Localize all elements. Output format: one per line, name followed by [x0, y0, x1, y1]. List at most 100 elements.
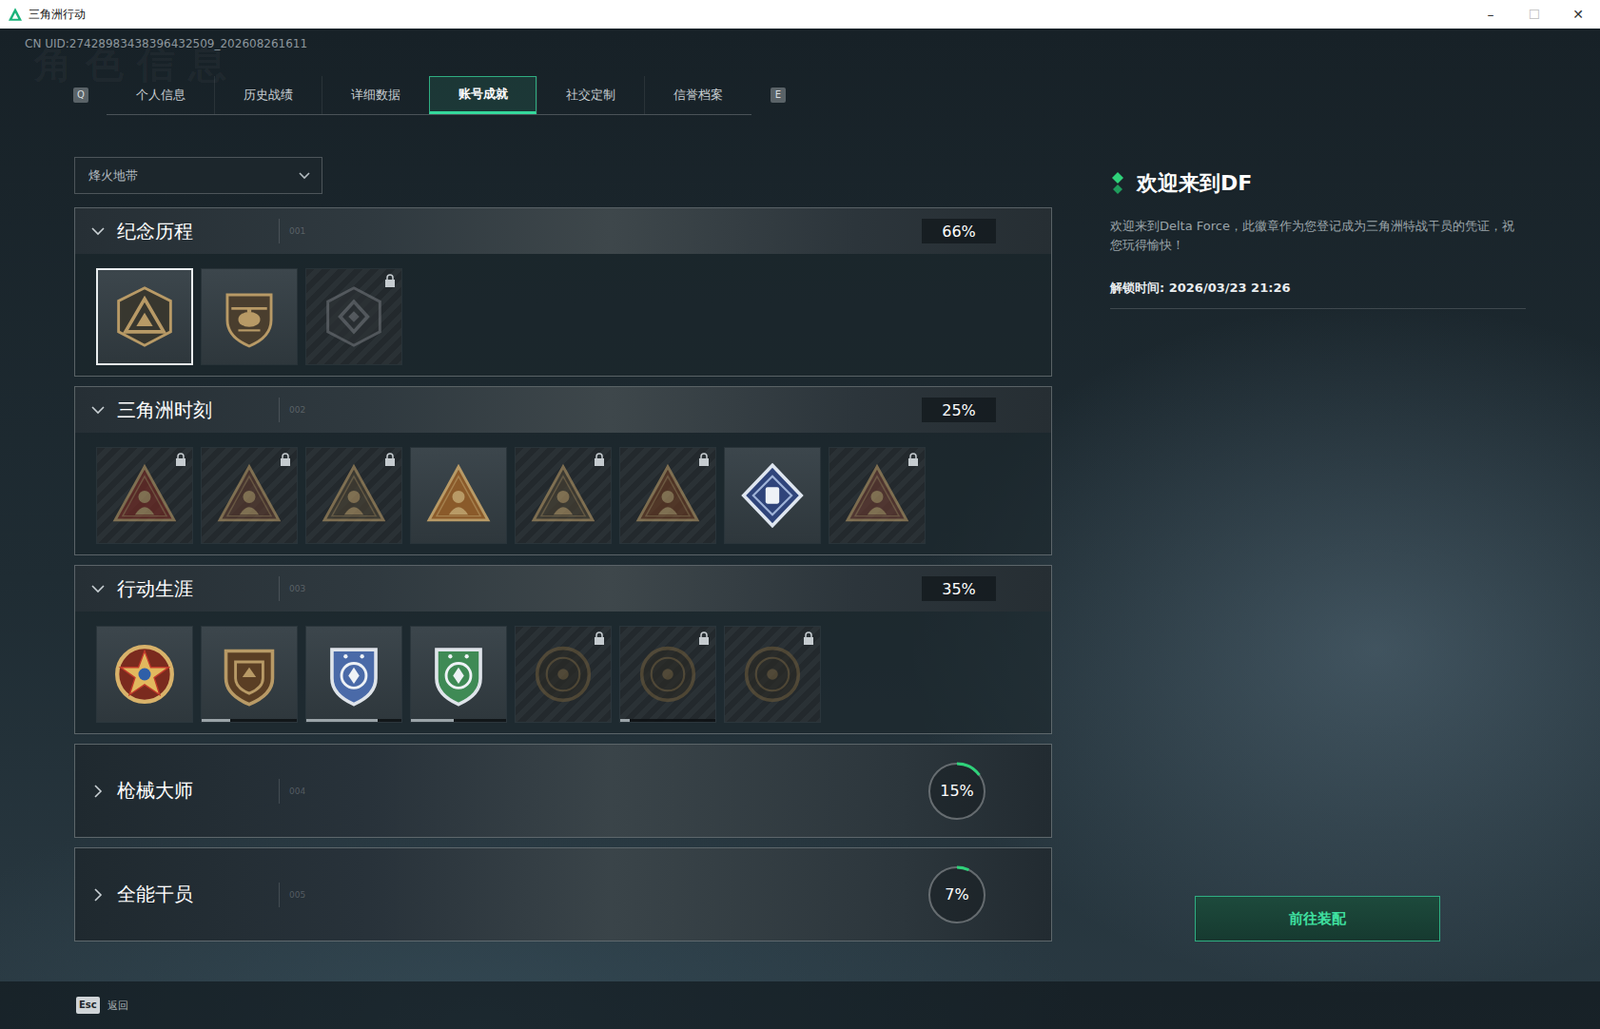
footer-bar: Esc 返回: [0, 981, 1600, 1029]
tab[interactable]: 个人信息: [106, 76, 215, 115]
achievement-badge[interactable]: [200, 447, 298, 545]
equip-button[interactable]: 前往装配: [1194, 896, 1441, 942]
achievement-badge[interactable]: [96, 625, 194, 723]
achievement-section: 纪念历程 00166%: [74, 207, 1053, 377]
achievement-badge[interactable]: [723, 447, 821, 545]
badge-face: [97, 270, 192, 364]
triangle-badge-icon: [633, 461, 703, 530]
tab[interactable]: 信誉档案: [643, 76, 752, 115]
section-percent: 25%: [921, 397, 996, 423]
chevron-down-icon: [90, 581, 106, 597]
section-header[interactable]: 全能干员0057%: [75, 848, 1052, 941]
tab-label: 详细数据: [351, 86, 401, 104]
achievement-badge[interactable]: [305, 447, 403, 545]
tab[interactable]: 历史战绩: [214, 76, 322, 115]
content-row: 烽火地带纪念历程00166%三角洲时刻00225%行动生涯00335%枪械大师0…: [0, 156, 1600, 942]
achievement-badge[interactable]: [514, 625, 612, 723]
section-divider: [278, 397, 280, 423]
badge-face: [97, 626, 193, 722]
lock-icon: [279, 452, 292, 467]
section-number: 001: [289, 226, 922, 236]
badge-face: [201, 626, 297, 722]
section-title: 行动生涯: [117, 576, 279, 603]
section-header[interactable]: 纪念历程 00166%: [75, 208, 1052, 254]
title-bar: 三角洲行动–☐✕: [0, 0, 1600, 29]
chevron-down-icon: [296, 168, 313, 184]
achievement-section: 全能干员0057%: [74, 847, 1053, 942]
detail-title-text: 欢迎来到DF: [1136, 169, 1252, 198]
diamond-badge-icon: [738, 461, 807, 530]
achievement-section: 枪械大师00415%: [74, 743, 1053, 839]
section-number: 005: [289, 890, 928, 900]
badge-progress-track: [410, 719, 507, 722]
section-percent: 35%: [921, 576, 996, 602]
triangle-badge-icon: [110, 461, 179, 530]
progress-ring: 15%: [927, 761, 987, 821]
achievement-badge[interactable]: [619, 447, 717, 545]
esc-key[interactable]: Esc: [76, 996, 100, 1015]
back-label[interactable]: 返回: [107, 998, 129, 1014]
tab-label: 社交定制: [565, 86, 616, 104]
prev-tab-key[interactable]: Q: [73, 87, 89, 103]
achievement-badge[interactable]: [409, 625, 508, 723]
mode-value: 烽火地带: [88, 167, 138, 185]
tab[interactable]: 账号成就: [429, 76, 537, 115]
progress-ring: 7%: [927, 865, 987, 925]
badge-progress-fill: [620, 719, 630, 722]
section-percent: 7%: [944, 885, 969, 904]
lock-icon: [384, 452, 396, 467]
window-control[interactable]: –: [1468, 6, 1513, 22]
section-title: 三角洲时刻: [117, 397, 279, 424]
section-header[interactable]: 行动生涯 00335%: [75, 565, 1052, 612]
achievement-section: 行动生涯 00335%: [74, 565, 1053, 735]
triangle-badge-icon: [528, 461, 598, 530]
section-header[interactable]: 三角洲时刻00225%: [75, 387, 1052, 433]
lock-icon: [175, 452, 187, 467]
coin-badge-icon: [633, 640, 703, 709]
section-divider: [278, 882, 280, 908]
section-number: 003: [289, 584, 922, 594]
badge-progress-fill: [201, 719, 231, 722]
lock-icon: [802, 631, 815, 645]
achievement-badge[interactable]: [723, 625, 821, 723]
achievement-badge[interactable]: [96, 268, 194, 366]
section-percent: 66%: [921, 218, 996, 244]
badge-progress-fill: [410, 719, 454, 722]
section-title: 枪械大师: [117, 778, 279, 804]
triangle-badge-icon: [842, 461, 912, 530]
badge-row: [75, 611, 1052, 734]
tab[interactable]: 社交定制: [536, 76, 644, 115]
lock-icon: [907, 452, 919, 467]
lock-icon: [698, 631, 710, 645]
badge-face: [306, 626, 402, 722]
hexagon-badge-icon: [319, 282, 389, 352]
achievement-badge[interactable]: [96, 447, 194, 545]
section-title: 纪念历程: [117, 218, 279, 245]
tab-label: 账号成就: [458, 85, 508, 103]
achievement-badge[interactable]: [828, 447, 926, 545]
tab[interactable]: 详细数据: [321, 76, 430, 115]
achievement-badge[interactable]: [305, 625, 403, 723]
achievement-badge[interactable]: [200, 625, 298, 723]
unlock-time: 解锁时间: 2026/03/23 21:26: [1110, 279, 1526, 310]
achievement-badge[interactable]: [200, 268, 298, 366]
chevron-down-icon: [90, 402, 106, 418]
achievement-badge[interactable]: [305, 268, 403, 366]
mode-dropdown[interactable]: 烽火地带: [74, 156, 323, 195]
section-header[interactable]: 枪械大师00415%: [75, 744, 1052, 838]
badge-face: [410, 448, 507, 544]
window-control[interactable]: ✕: [1556, 6, 1600, 22]
main-area: 角色信息CN UID:27428983438396432509_20260826…: [0, 28, 1600, 1029]
detail-panel: 欢迎来到DF欢迎来到Delta Force，此徽章作为您登记成为三角洲特战干员的…: [1110, 156, 1526, 942]
coin-badge-icon: [528, 640, 598, 709]
lock-icon: [593, 631, 605, 645]
spacer: [0, 941, 1600, 982]
badge-row: [75, 253, 1052, 376]
achievement-badge[interactable]: [514, 447, 612, 545]
achievement-badge[interactable]: [409, 447, 508, 545]
next-tab-key[interactable]: E: [770, 87, 786, 103]
achievement-badge[interactable]: [619, 625, 717, 723]
lock-icon: [384, 273, 396, 288]
app-logo-icon: [7, 6, 23, 22]
chevron-right-icon: [90, 887, 106, 903]
